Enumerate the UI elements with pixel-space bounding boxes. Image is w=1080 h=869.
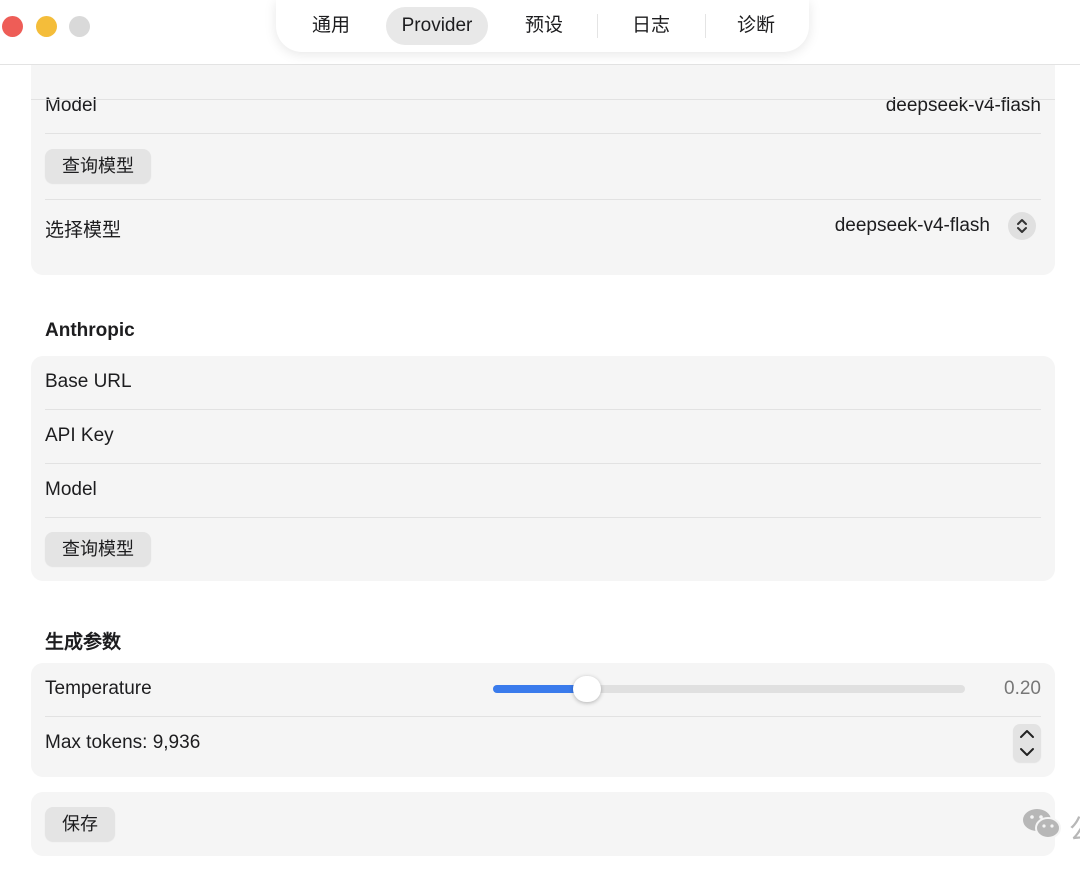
- save-card: 保存 公众号 · AI Humanist by杉森楠: [31, 792, 1080, 856]
- query-models-row: 查询模型: [45, 134, 1041, 200]
- tab-general[interactable]: 通用: [295, 7, 367, 45]
- chevron-up-icon[interactable]: [1013, 724, 1041, 743]
- generation-section-title: 生成参数: [45, 632, 122, 653]
- anthropic-model-label: Model: [45, 479, 97, 500]
- temperature-label: Temperature: [45, 678, 152, 699]
- temperature-row: Temperature 0.20: [45, 663, 1041, 717]
- chevron-up-down-icon[interactable]: [1008, 212, 1036, 240]
- openai-provider-card: Model deepseek-v4-flash 查询模型 选择模型 deepse…: [31, 65, 1055, 275]
- model-row: Model deepseek-v4-flash: [45, 80, 1041, 134]
- select-model-value[interactable]: deepseek-v4-flash: [835, 215, 990, 237]
- tab-diagnostics[interactable]: 诊断: [720, 7, 792, 45]
- max-tokens-label: Max tokens: 9,936: [45, 732, 201, 753]
- anthropic-provider-card: Base URL API Key Model 查询模型: [31, 356, 1055, 581]
- tab-logs[interactable]: 日志: [615, 7, 687, 45]
- title-bar: 通用 Provider 预设 日志 诊断: [0, 0, 1080, 65]
- tab-provider[interactable]: Provider: [386, 7, 488, 45]
- query-models-button[interactable]: 查询模型: [45, 149, 151, 183]
- wechat-icon: [1021, 806, 1063, 842]
- anthropic-query-row: 查询模型: [45, 518, 1041, 581]
- api-key-label: API Key: [45, 425, 114, 446]
- provider-settings-content[interactable]: Model deepseek-v4-flash 查询模型 选择模型 deepse…: [0, 65, 1080, 869]
- anthropic-query-models-button[interactable]: 查询模型: [45, 532, 151, 566]
- select-model-row: 选择模型 deepseek-v4-flash: [45, 200, 1041, 253]
- max-tokens-stepper[interactable]: [1013, 724, 1041, 762]
- anthropic-model-row[interactable]: Model: [45, 464, 1041, 518]
- save-button[interactable]: 保存: [45, 807, 115, 841]
- generation-params-card: Temperature 0.20 Max tokens: 9,936: [31, 663, 1055, 777]
- chevron-down-icon[interactable]: [1013, 743, 1041, 762]
- api-key-row[interactable]: API Key: [45, 410, 1041, 464]
- watermark-text: 公众号 · AI Humanist by杉森楠: [1069, 808, 1080, 848]
- minimize-window-button[interactable]: [36, 16, 57, 37]
- zoom-window-button[interactable]: [69, 16, 90, 37]
- scroll-edge-divider: [31, 99, 1055, 100]
- tab-separator: [705, 14, 706, 38]
- anthropic-section-title: Anthropic: [45, 320, 135, 341]
- temperature-slider[interactable]: [493, 676, 965, 702]
- close-window-button[interactable]: [2, 16, 23, 37]
- tab-presets[interactable]: 预设: [508, 7, 580, 45]
- tab-separator: [597, 14, 598, 38]
- base-url-row[interactable]: Base URL: [45, 356, 1041, 410]
- settings-tab-bar: 通用 Provider 预设 日志 诊断: [276, 0, 809, 52]
- max-tokens-row: Max tokens: 9,936: [45, 717, 1041, 777]
- base-url-label: Base URL: [45, 371, 132, 392]
- temperature-value: 0.20: [1004, 678, 1041, 699]
- select-model-label: 选择模型: [45, 220, 122, 241]
- temperature-slider-knob[interactable]: [573, 676, 601, 702]
